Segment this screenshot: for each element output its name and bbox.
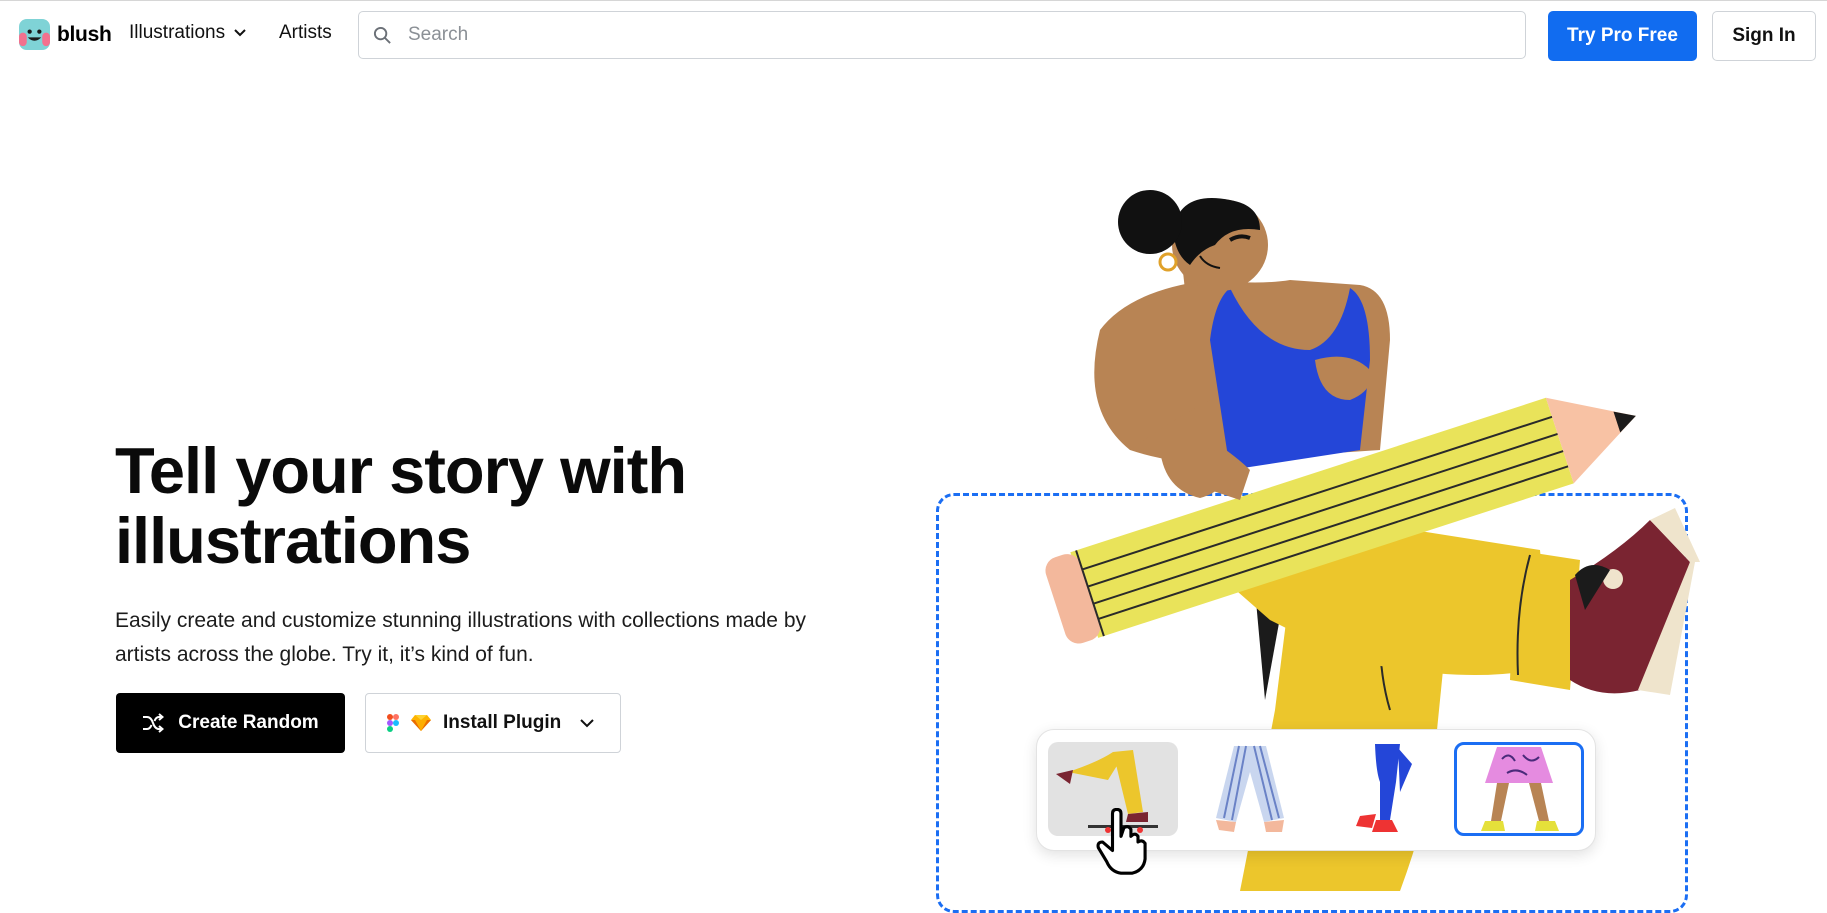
create-random-label: Create Random — [178, 712, 319, 733]
top-nav: blush Illustrations Artists Try Pro Free… — [0, 0, 1827, 72]
blue-jeans-thumbnail — [1356, 744, 1412, 832]
install-plugin-button[interactable]: Install Plugin — [365, 693, 621, 753]
search-icon — [373, 26, 391, 44]
search-bar[interactable] — [358, 11, 1526, 59]
variant-option-striped-pants[interactable] — [1184, 742, 1314, 836]
blush-logo-icon — [19, 19, 50, 50]
search-input[interactable] — [406, 23, 1410, 47]
chevron-down-icon — [234, 29, 246, 37]
nav-artists-link[interactable]: Artists — [279, 22, 332, 44]
shuffle-icon — [143, 713, 165, 733]
hero-title: Tell your story with illustrations — [115, 434, 687, 577]
try-pro-free-button[interactable]: Try Pro Free — [1548, 11, 1697, 61]
variant-option-blue-jeans[interactable] — [1320, 742, 1450, 836]
create-random-button[interactable]: Create Random — [116, 693, 345, 753]
logo[interactable]: blush — [19, 19, 112, 50]
chevron-down-icon — [580, 719, 594, 728]
nav-illustrations-label: Illustrations — [129, 22, 226, 43]
install-plugin-label: Install Plugin — [443, 712, 562, 733]
figma-icon — [387, 714, 399, 732]
logo-text: blush — [57, 22, 112, 46]
sketch-icon — [411, 715, 431, 731]
pink-skirt-thumbnail — [1481, 747, 1559, 831]
nav-illustrations-menu[interactable]: Illustrations — [129, 22, 247, 44]
hand-cursor-icon — [1096, 808, 1147, 875]
striped-pants-thumbnail — [1216, 745, 1284, 832]
nav-artists-label: Artists — [279, 22, 332, 43]
hero-subtitle: Easily create and customize stunning ill… — [115, 609, 807, 666]
sign-in-button[interactable]: Sign In — [1712, 11, 1816, 61]
variant-option-pink-skirt[interactable] — [1454, 742, 1584, 836]
